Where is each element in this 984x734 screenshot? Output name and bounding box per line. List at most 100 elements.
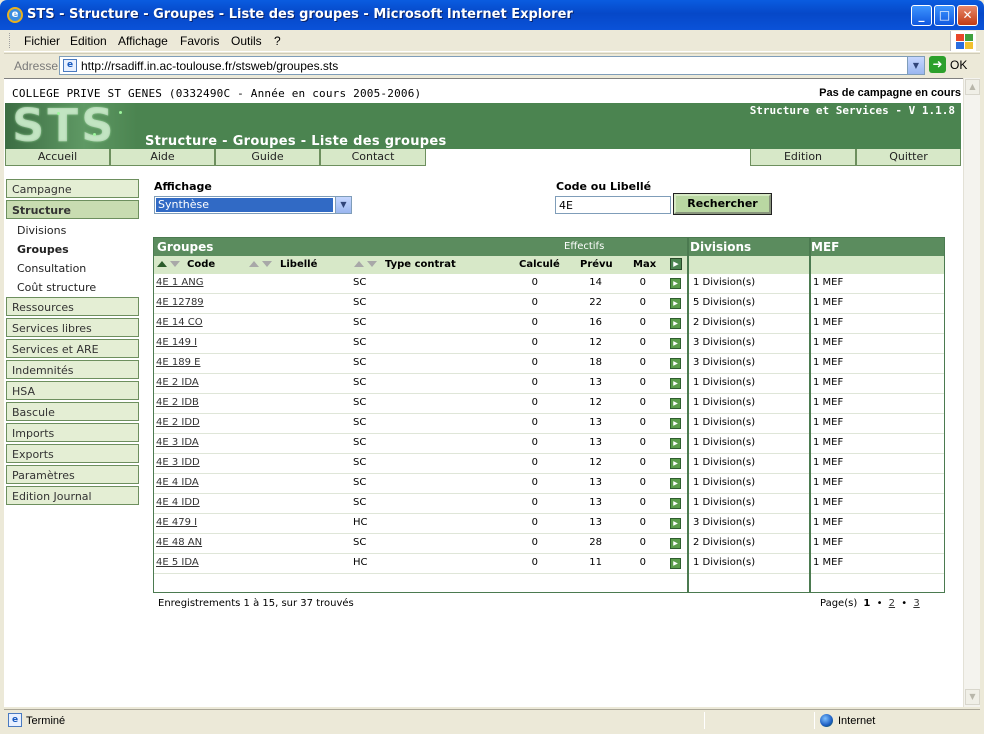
tab-quitter[interactable]: Quitter	[856, 149, 961, 166]
code-search-input[interactable]: 4E	[555, 196, 671, 214]
scroll-down-icon[interactable]: ▼	[965, 689, 980, 705]
group-code-link[interactable]: 4E 4 IDA	[156, 477, 199, 488]
sidebar-item-ressources[interactable]: Ressources	[6, 297, 139, 316]
group-code-link[interactable]: 4E 5 IDA	[156, 557, 199, 568]
row-detail-icon[interactable]: ▶	[670, 378, 681, 389]
menu-favoris[interactable]: Favoris	[180, 34, 219, 48]
go-label[interactable]: OK	[950, 58, 967, 72]
scroll-up-icon[interactable]: ▲	[965, 79, 980, 95]
expand-all-icon[interactable]: ▶	[670, 258, 682, 270]
row-detail-icon[interactable]: ▶	[670, 558, 681, 569]
sort-code-icon[interactable]	[157, 261, 183, 269]
row-detail-icon[interactable]: ▶	[670, 298, 681, 309]
table-row: 4E 14 CO SC 0 16 0 2 Division(s) 1 MEF ▶	[154, 314, 944, 334]
max-cell: 0	[639, 377, 646, 388]
groupes-header: Groupes	[157, 240, 214, 254]
group-code-link[interactable]: 4E 2 IDD	[156, 417, 200, 428]
sidebar-item-imports[interactable]: Imports	[6, 423, 139, 442]
calcule-cell: 0	[531, 397, 538, 408]
minimize-button[interactable]: _	[911, 5, 932, 26]
mef-cell: 1 MEF	[813, 277, 844, 288]
row-detail-icon[interactable]: ▶	[670, 338, 681, 349]
table-row: 4E 48 AN SC 0 28 0 2 Division(s) 1 MEF ▶	[154, 534, 944, 554]
address-dropdown-icon[interactable]: ▼	[907, 57, 924, 74]
row-detail-icon[interactable]: ▶	[670, 478, 681, 489]
sidebar-item-bascule[interactable]: Bascule	[6, 402, 139, 421]
row-detail-icon[interactable]: ▶	[670, 538, 681, 549]
row-detail-icon[interactable]: ▶	[670, 318, 681, 329]
table-row: 4E 3 IDD SC 0 12 0 1 Division(s) 1 MEF ▶	[154, 454, 944, 474]
affichage-selected-value[interactable]: Synthèse	[155, 197, 334, 213]
vertical-scrollbar[interactable]: ▲ ▼	[963, 78, 980, 707]
group-code-link[interactable]: 4E 4 IDD	[156, 497, 200, 508]
group-code-link[interactable]: 4E 3 IDD	[156, 457, 200, 468]
menu-fichier[interactable]: Fichier	[24, 34, 60, 48]
row-detail-icon[interactable]: ▶	[670, 418, 681, 429]
column-type-contrat[interactable]: Type contrat	[385, 259, 456, 270]
campagne-status: Pas de campagne en cours	[819, 87, 961, 99]
prevu-cell: 18	[589, 357, 602, 368]
table-row: 4E 1 ANG SC 0 14 0 1 Division(s) 1 MEF ▶	[154, 274, 944, 294]
row-detail-icon[interactable]: ▶	[670, 498, 681, 509]
tab-guide[interactable]: Guide	[215, 149, 320, 166]
address-field[interactable]: e http://rsadiff.in.ac-toulouse.fr/stswe…	[59, 56, 925, 75]
group-code-link[interactable]: 4E 1 ANG	[156, 277, 203, 288]
group-code-link[interactable]: 4E 479 I	[156, 517, 197, 528]
group-code-link[interactable]: 4E 149 I	[156, 337, 197, 348]
sort-libelle-icon[interactable]	[249, 261, 275, 269]
sidebar-item-services-libres[interactable]: Services libres	[6, 318, 139, 337]
tab-accueil[interactable]: Accueil	[5, 149, 110, 166]
group-code-link[interactable]: 4E 2 IDA	[156, 377, 199, 388]
top-tabs: Accueil Aide Guide Contact Edition Quitt…	[5, 149, 961, 167]
menu-affichage[interactable]: Affichage	[118, 34, 168, 48]
row-detail-icon[interactable]: ▶	[670, 358, 681, 369]
page-2-link[interactable]: 2	[889, 598, 895, 609]
sidebar-sub-cout-structure[interactable]: Coût structure	[17, 281, 96, 294]
group-code-link[interactable]: 4E 14 CO	[156, 317, 203, 328]
column-libelle[interactable]: Libellé	[280, 259, 317, 270]
max-cell: 0	[639, 477, 646, 488]
sidebar-item-indemnites[interactable]: Indemnités	[6, 360, 139, 379]
page-3-link[interactable]: 3	[913, 598, 919, 609]
row-detail-icon[interactable]: ▶	[670, 278, 681, 289]
sidebar-sub-groupes[interactable]: Groupes	[17, 243, 69, 256]
menu-outils[interactable]: Outils	[231, 34, 262, 48]
row-detail-icon[interactable]: ▶	[670, 438, 681, 449]
row-detail-icon[interactable]: ▶	[670, 458, 681, 469]
tab-contact[interactable]: Contact	[320, 149, 426, 166]
sidebar-item-hsa[interactable]: HSA	[6, 381, 139, 400]
calcule-cell: 0	[531, 437, 538, 448]
rechercher-button[interactable]: Rechercher	[673, 193, 772, 215]
divisions-cell: 1 Division(s)	[693, 437, 756, 448]
sidebar-item-edition-journal[interactable]: Edition Journal	[6, 486, 139, 505]
maximize-button[interactable]: □	[934, 5, 955, 26]
tab-edition[interactable]: Edition	[750, 149, 856, 166]
type-contrat-cell: SC	[353, 537, 367, 548]
affichage-select[interactable]: Synthèse ▼	[154, 196, 352, 214]
group-code-link[interactable]: 4E 2 IDB	[156, 397, 199, 408]
sidebar-item-campagne[interactable]: Campagne	[6, 179, 139, 198]
sidebar-item-exports[interactable]: Exports	[6, 444, 139, 463]
sidebar-item-parametres[interactable]: Paramètres	[6, 465, 139, 484]
table-row: 4E 3 IDA SC 0 13 0 1 Division(s) 1 MEF ▶	[154, 434, 944, 454]
table-row: 4E 2 IDB SC 0 12 0 1 Division(s) 1 MEF ▶	[154, 394, 944, 414]
group-code-link[interactable]: 4E 48 AN	[156, 537, 202, 548]
sidebar-sub-consultation[interactable]: Consultation	[17, 262, 86, 275]
group-code-link[interactable]: 4E 189 E	[156, 357, 200, 368]
menu-help[interactable]: ?	[274, 34, 281, 48]
sidebar-item-structure[interactable]: Structure	[6, 200, 139, 219]
chevron-down-icon[interactable]: ▼	[335, 197, 351, 213]
close-button[interactable]: ✕	[957, 5, 978, 26]
row-detail-icon[interactable]: ▶	[670, 518, 681, 529]
sidebar-item-services-are[interactable]: Services et ARE	[6, 339, 139, 358]
sort-type-icon[interactable]	[354, 261, 380, 269]
url-text[interactable]: http://rsadiff.in.ac-toulouse.fr/stsweb/…	[81, 59, 338, 73]
tab-aide[interactable]: Aide	[110, 149, 215, 166]
row-detail-icon[interactable]: ▶	[670, 398, 681, 409]
sidebar-sub-divisions[interactable]: Divisions	[17, 224, 66, 237]
group-code-link[interactable]: 4E 12789	[156, 297, 204, 308]
go-arrow-icon[interactable]: ➜	[929, 56, 946, 73]
column-code[interactable]: Code	[187, 259, 215, 270]
menu-edition[interactable]: Edition	[70, 34, 107, 48]
group-code-link[interactable]: 4E 3 IDA	[156, 437, 199, 448]
